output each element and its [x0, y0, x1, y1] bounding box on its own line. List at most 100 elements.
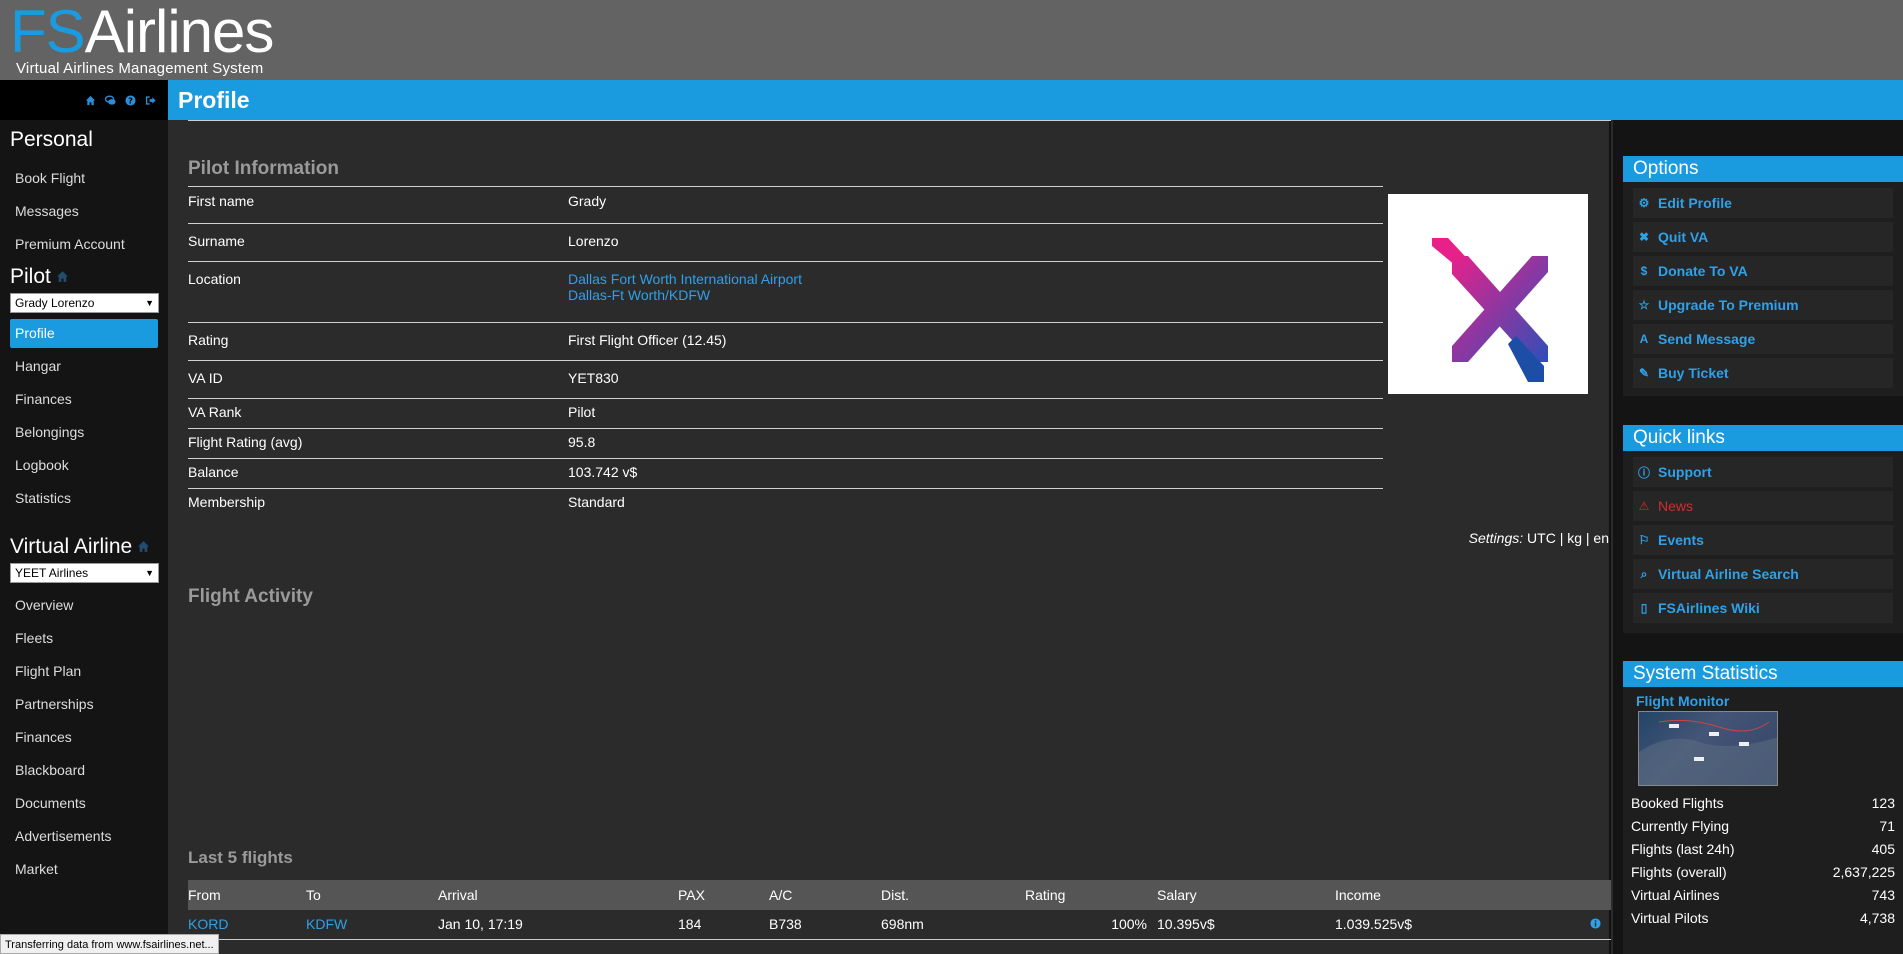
table-row: KORD KDFW Jan 10, 17:19 184 B738 698nm 1… — [188, 910, 1611, 940]
send-message-link[interactable]: A Send Message — [1633, 324, 1893, 354]
flight-info-icon[interactable] — [1565, 910, 1611, 940]
personal-heading: Personal — [10, 128, 93, 151]
edit-profile-link[interactable]: ⚙ Edit Profile — [1633, 188, 1893, 218]
sidebar-item-advertisements[interactable]: Advertisements — [0, 820, 168, 853]
sidebar-icon-bar: ? — [0, 80, 168, 120]
info-value: 103.742 v$ — [568, 458, 1383, 489]
col-dist[interactable]: Dist. — [881, 880, 1025, 910]
sidebar-item-partnerships[interactable]: Partnerships — [0, 688, 168, 721]
sidebar-item-flight-plan[interactable]: Flight Plan — [0, 655, 168, 688]
info-value: First Flight Officer (12.45) — [568, 322, 1383, 361]
stat-flights-overall: Flights (overall) 2,637,225 — [1623, 861, 1903, 884]
info-label: Surname — [188, 223, 568, 262]
info-value: Lorenzo — [568, 223, 1383, 262]
pilot-heading-label: Pilot — [10, 265, 51, 288]
location-city-link[interactable]: Dallas-Ft Worth/KDFW — [568, 287, 710, 303]
events-link[interactable]: ⚐ Events — [1633, 525, 1893, 555]
quick-links-panel: Quick links ⓘ Support ⚠ News ⚐ Events ⌕ Virt… — [1623, 425, 1903, 633]
top-header: FSAirlines Virtual Airlines Management S… — [0, 0, 1903, 80]
location-airport-link[interactable]: Dallas Fort Worth International Airport — [568, 271, 802, 287]
donate-to-va-link[interactable]: $ Donate To VA — [1633, 256, 1893, 286]
va-select[interactable]: YEET Airlines ▼ — [10, 563, 159, 583]
sidebar-item-logbook[interactable]: Logbook — [0, 449, 168, 482]
col-salary[interactable]: Salary — [1157, 880, 1335, 910]
quick-link-label: Virtual Airline Search — [1658, 566, 1799, 582]
flight-monitor-link[interactable]: Flight Monitor — [1636, 693, 1893, 709]
chat-icon[interactable] — [105, 95, 116, 106]
system-statistics-panel: System Statistics Flight Monitor Booked … — [1623, 661, 1903, 954]
logout-icon[interactable] — [145, 95, 156, 106]
sidebar-item-va-finances[interactable]: Finances — [0, 721, 168, 754]
last-flights-title: Last 5 flights — [188, 848, 293, 867]
sidebar-item-belongings[interactable]: Belongings — [0, 416, 168, 449]
info-value-location: Dallas Fort Worth International Airport … — [568, 261, 1383, 323]
flight-monitor-map[interactable] — [1638, 711, 1778, 786]
stat-label: Virtual Airlines — [1631, 887, 1720, 903]
sidebar-item-blackboard[interactable]: Blackboard — [0, 754, 168, 787]
pilot-heading: Pilot — [0, 265, 168, 289]
virtual-airline-heading: Virtual Airline — [0, 535, 168, 559]
dollar-icon: $ — [1640, 264, 1648, 278]
info-row-location: Location Dallas Fort Worth International… — [188, 261, 1383, 323]
buy-ticket-link[interactable]: ✎ Buy Ticket — [1633, 358, 1893, 388]
col-from[interactable]: From — [188, 880, 306, 910]
option-label: Upgrade To Premium — [1658, 297, 1799, 313]
sidebar-item-profile[interactable]: Profile — [10, 319, 158, 348]
info-value: 95.8 — [568, 428, 1383, 459]
sidebar-item-hangar[interactable]: Hangar — [0, 350, 168, 383]
fsairlines-wiki-link[interactable]: ▯ FSAirlines Wiki — [1633, 593, 1893, 623]
option-label: Send Message — [1658, 331, 1756, 347]
col-income[interactable]: Income — [1335, 880, 1565, 910]
stat-value: 123 — [1871, 795, 1895, 811]
quit-va-link[interactable]: ✖ Quit VA — [1633, 222, 1893, 252]
logo-fs: FS — [10, 0, 86, 65]
sidebar-item-market[interactable]: Market — [0, 853, 168, 886]
info-icon: ⓘ — [1638, 465, 1651, 480]
table-header-row: From To Arrival PAX A/C Dist. Rating Sal… — [188, 880, 1611, 910]
sidebar-item-book-flight[interactable]: Book Flight — [0, 162, 168, 195]
page-title: Profile — [178, 87, 250, 113]
info-label: VA Rank — [188, 398, 568, 429]
left-sidebar: ? Personal Book Flight Messages Premium … — [0, 80, 168, 954]
col-arrival[interactable]: Arrival — [438, 880, 678, 910]
col-to[interactable]: To — [306, 880, 438, 910]
virtual-airline-search-link[interactable]: ⌕ Virtual Airline Search — [1633, 559, 1893, 589]
pilot-select-value: Grady Lorenzo — [15, 296, 95, 310]
va-home-icon[interactable] — [136, 540, 151, 557]
info-label: Rating — [188, 322, 568, 361]
option-label: Edit Profile — [1658, 195, 1732, 211]
fsairlines-logo[interactable]: FSAirlines Virtual Airlines Management S… — [10, 0, 274, 77]
col-rating[interactable]: Rating — [1025, 880, 1157, 910]
pilot-home-icon[interactable] — [55, 270, 70, 287]
info-label: VA ID — [188, 360, 568, 399]
option-label: Donate To VA — [1658, 263, 1748, 279]
home-icon[interactable] — [85, 95, 96, 106]
support-link[interactable]: ⓘ Support — [1633, 457, 1893, 487]
settings-value[interactable]: UTC | kg | en — [1523, 530, 1609, 546]
news-link[interactable]: ⚠ News — [1633, 491, 1893, 521]
col-ac[interactable]: A/C — [769, 880, 881, 910]
stat-value: 405 — [1871, 841, 1895, 857]
sidebar-item-pilot-finances[interactable]: Finances — [0, 383, 168, 416]
col-pax[interactable]: PAX — [678, 880, 769, 910]
va-heading-label: Virtual Airline — [10, 535, 133, 558]
stat-virtual-pilots: Virtual Pilots 4,738 — [1623, 907, 1903, 930]
pilot-select[interactable]: Grady Lorenzo ▼ — [10, 293, 159, 313]
sidebar-item-messages[interactable]: Messages — [0, 195, 168, 228]
flight-pax: 184 — [678, 910, 769, 940]
help-icon[interactable]: ? — [125, 95, 136, 106]
flight-to-link[interactable]: KDFW — [306, 916, 347, 932]
flight-from-link[interactable]: KORD — [188, 916, 228, 932]
sidebar-item-premium-account[interactable]: Premium Account — [0, 228, 168, 261]
sidebar-item-fleets[interactable]: Fleets — [0, 622, 168, 655]
info-value: Grady — [568, 186, 1383, 224]
upgrade-to-premium-link[interactable]: ☆ Upgrade To Premium — [1633, 290, 1893, 320]
sidebar-item-statistics[interactable]: Statistics — [0, 482, 168, 515]
settings-label: Settings: — [1468, 530, 1524, 546]
flight-monitor: Flight Monitor — [1633, 693, 1893, 786]
browser-status-bar: Transferring data from www.fsairlines.ne… — [0, 934, 219, 954]
close-icon: ✖ — [1638, 230, 1650, 244]
pilot-information-title: Pilot Information — [188, 158, 339, 179]
sidebar-item-overview[interactable]: Overview — [0, 589, 168, 622]
sidebar-item-documents[interactable]: Documents — [0, 787, 168, 820]
